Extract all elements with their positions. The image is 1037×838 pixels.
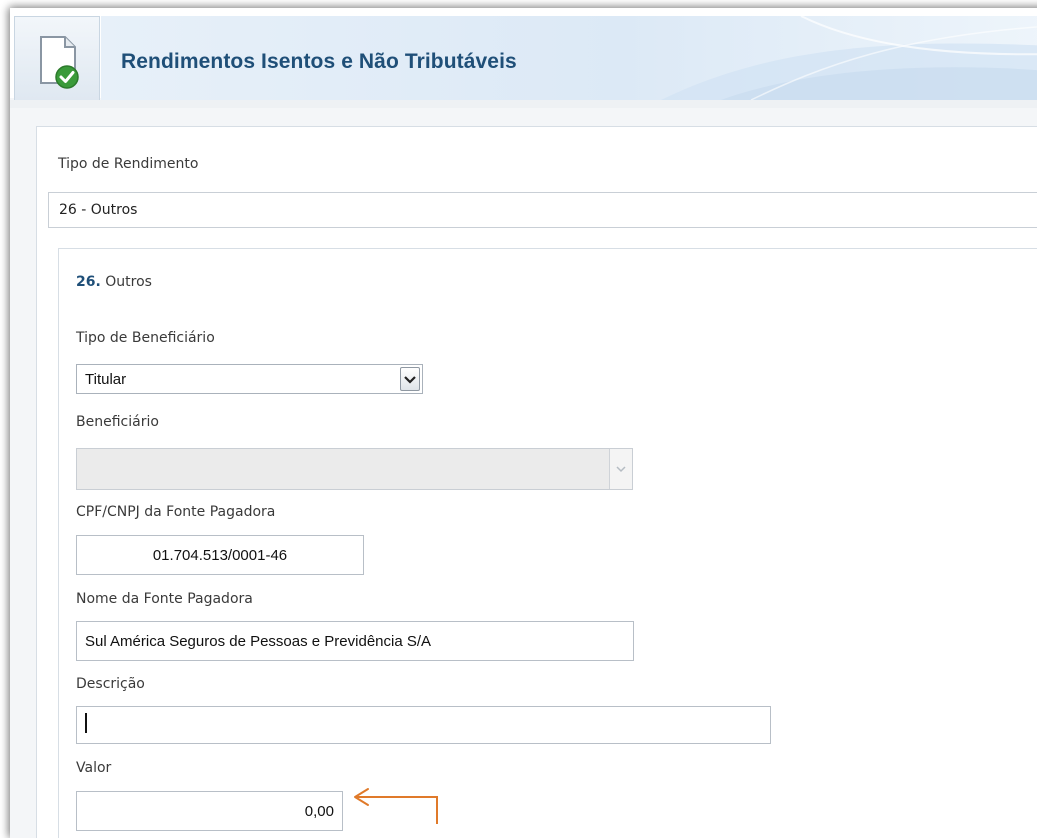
beneficiario-dropdown-button[interactable] [609, 449, 632, 489]
text-cursor [85, 713, 87, 733]
nome-fonte-value: Sul América Seguros de Pessoas e Previdê… [85, 633, 432, 650]
header-icon-box [14, 16, 100, 102]
section-number: 26. [76, 274, 101, 290]
document-check-icon [40, 36, 79, 89]
section-title: 26. Outros [76, 274, 152, 290]
cpf-cnpj-input[interactable]: 01.704.513/0001-46 [76, 535, 364, 575]
tipo-rendimento-label: Tipo de Rendimento [58, 156, 199, 172]
valor-value: 0,00 [304, 803, 334, 820]
descricao-input[interactable] [76, 706, 771, 744]
valor-input[interactable]: 0,00 [76, 791, 343, 831]
valor-label: Valor [76, 760, 112, 776]
tipo-rendimento-field[interactable]: 26 - Outros [48, 192, 1037, 228]
page-title: Rendimentos Isentos e Não Tributáveis [121, 50, 517, 73]
header-separator [10, 100, 1037, 108]
descricao-label: Descrição [76, 676, 145, 692]
chevron-down-icon [616, 466, 626, 473]
title-band: Rendimentos Isentos e Não Tributáveis [101, 16, 1037, 100]
nome-fonte-label: Nome da Fonte Pagadora [76, 591, 253, 607]
nome-fonte-input[interactable]: Sul América Seguros de Pessoas e Previdê… [76, 621, 634, 661]
tipo-rendimento-value: 26 - Outros [59, 202, 138, 218]
tipo-beneficiario-label: Tipo de Beneficiário [76, 330, 215, 346]
cpf-cnpj-value: 01.704.513/0001-46 [152, 547, 288, 564]
section-name: Outros [105, 274, 152, 290]
chevron-down-icon [404, 376, 416, 384]
dialog-window: Rendimentos Isentos e Não Tributáveis Ti… [10, 8, 1037, 838]
tipo-beneficiario-dropdown-button[interactable] [400, 367, 420, 391]
cpf-cnpj-label: CPF/CNPJ da Fonte Pagadora [76, 504, 276, 520]
header: Rendimentos Isentos e Não Tributáveis [10, 8, 1037, 102]
tipo-beneficiario-select[interactable]: Titular [76, 364, 423, 394]
beneficiario-select[interactable] [76, 448, 633, 490]
tipo-beneficiario-value: Titular [85, 371, 127, 388]
beneficiario-label: Beneficiário [76, 414, 159, 430]
